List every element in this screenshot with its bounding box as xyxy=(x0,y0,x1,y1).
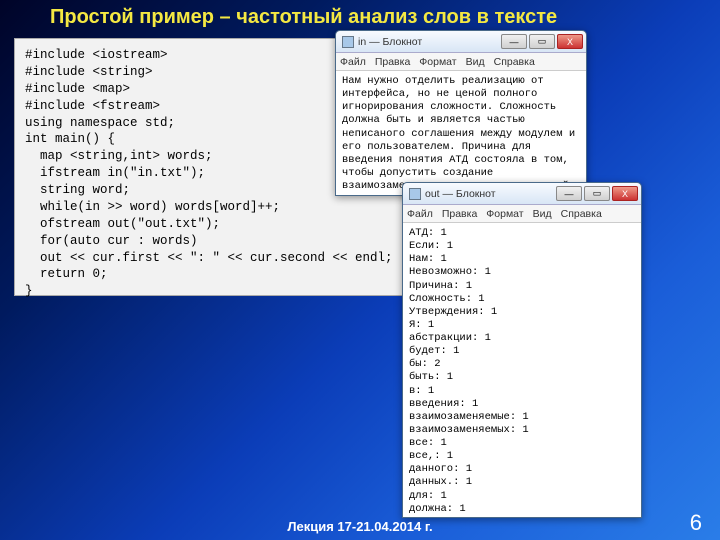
menu-format[interactable]: Формат xyxy=(419,56,456,68)
window-controls: — ▭ X xyxy=(556,186,638,201)
menu-view[interactable]: Вид xyxy=(466,56,485,68)
notepad-icon xyxy=(409,188,421,200)
window-title: in — Блокнот xyxy=(358,36,501,48)
menu-help[interactable]: Справка xyxy=(561,208,602,220)
menu-edit[interactable]: Правка xyxy=(375,56,410,68)
window-out-notepad: out — Блокнот — ▭ X Файл Правка Формат В… xyxy=(402,182,642,518)
menu-file[interactable]: Файл xyxy=(407,208,433,220)
menubar: Файл Правка Формат Вид Справка xyxy=(336,53,586,71)
page-number: 6 xyxy=(690,510,702,536)
menu-view[interactable]: Вид xyxy=(533,208,552,220)
close-button[interactable]: X xyxy=(557,34,583,49)
menubar: Файл Правка Формат Вид Справка xyxy=(403,205,641,223)
titlebar[interactable]: in — Блокнот — ▭ X xyxy=(336,31,586,53)
editor-content[interactable]: Нам нужно отделить реализацию от интерфе… xyxy=(336,71,586,195)
menu-edit[interactable]: Правка xyxy=(442,208,477,220)
maximize-button[interactable]: ▭ xyxy=(584,186,610,201)
lecture-label: Лекция 17-21.04.2014 г. xyxy=(287,519,432,534)
close-button[interactable]: X xyxy=(612,186,638,201)
menu-format[interactable]: Формат xyxy=(486,208,523,220)
window-title: out — Блокнот xyxy=(425,188,556,200)
window-controls: — ▭ X xyxy=(501,34,583,49)
minimize-button[interactable]: — xyxy=(556,186,582,201)
minimize-button[interactable]: — xyxy=(501,34,527,49)
menu-help[interactable]: Справка xyxy=(494,56,535,68)
slide-title: Простой пример – частотный анализ слов в… xyxy=(0,0,720,31)
menu-file[interactable]: Файл xyxy=(340,56,366,68)
editor-content[interactable]: АТД: 1 Если: 1 Нам: 1 Невозможно: 1 Прич… xyxy=(403,223,641,517)
footer: Лекция 17-21.04.2014 г. xyxy=(0,519,720,534)
titlebar[interactable]: out — Блокнот — ▭ X xyxy=(403,183,641,205)
maximize-button[interactable]: ▭ xyxy=(529,34,555,49)
window-in-notepad: in — Блокнот — ▭ X Файл Правка Формат Ви… xyxy=(335,30,587,196)
notepad-icon xyxy=(342,36,354,48)
